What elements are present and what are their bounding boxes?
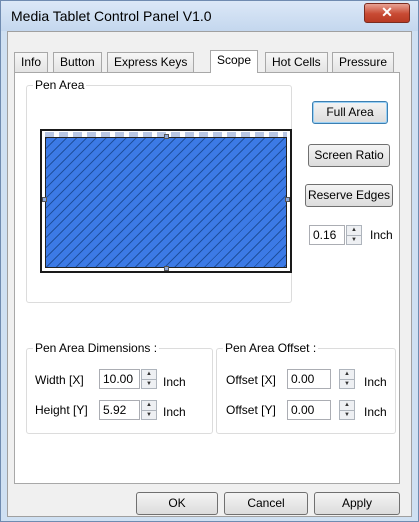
edge-reserve-unit: Inch xyxy=(370,228,393,242)
pen-area-canvas[interactable] xyxy=(40,129,292,273)
full-area-button[interactable]: Full Area xyxy=(312,101,388,124)
spin-up-icon[interactable]: ▲ xyxy=(340,401,354,410)
spin-down-icon[interactable]: ▼ xyxy=(142,379,156,388)
height-unit: Inch xyxy=(163,405,186,419)
reserve-edges-button[interactable]: Reserve Edges xyxy=(305,184,393,207)
width-unit: Inch xyxy=(163,375,186,389)
screen-ratio-button[interactable]: Screen Ratio xyxy=(308,144,390,167)
offset-x-input[interactable]: 0.00 xyxy=(287,369,331,389)
client-area: Info Button Express Keys Scope Hot Cells… xyxy=(7,31,412,517)
spin-down-icon[interactable]: ▼ xyxy=(340,410,354,419)
pen-area-legend: Pen Area xyxy=(35,78,85,92)
width-label: Width [X] xyxy=(35,373,84,387)
tab-express-keys[interactable]: Express Keys xyxy=(107,52,195,72)
spin-up-icon[interactable]: ▲ xyxy=(142,401,156,410)
spin-up-icon[interactable]: ▲ xyxy=(142,370,156,379)
close-button[interactable]: ✕ xyxy=(364,3,410,23)
scope-tab-panel: Pen Area Full Area Screen Ratio Reserve … xyxy=(14,72,400,484)
spin-up-icon[interactable]: ▲ xyxy=(340,370,354,379)
offset-x-unit: Inch xyxy=(364,375,387,389)
title-bar[interactable]: Media Tablet Control Panel V1.0 ✕ xyxy=(1,1,418,31)
bottom-resize-handle[interactable] xyxy=(164,266,169,271)
edge-reserve-spinner[interactable]: ▲ ▼ xyxy=(346,225,362,245)
height-input[interactable]: 5.92 xyxy=(99,400,140,420)
apply-button[interactable]: Apply xyxy=(314,492,400,515)
spin-down-icon[interactable]: ▼ xyxy=(347,235,361,244)
tab-info[interactable]: Info xyxy=(14,52,49,72)
spin-down-icon[interactable]: ▼ xyxy=(142,410,156,419)
height-label: Height [Y] xyxy=(35,403,88,417)
control-panel-window: Media Tablet Control Panel V1.0 ✕ Info B… xyxy=(0,0,419,522)
width-input[interactable]: 10.00 xyxy=(99,369,140,389)
spin-down-icon[interactable]: ▼ xyxy=(340,379,354,388)
offset-x-spinner[interactable]: ▲ ▼ xyxy=(339,369,355,389)
offset-y-unit: Inch xyxy=(364,405,387,419)
offset-y-label: Offset [Y] xyxy=(226,403,276,417)
offset-y-input[interactable]: 0.00 xyxy=(287,400,331,420)
edge-reserve-input[interactable]: 0.16 xyxy=(309,225,345,245)
pen-area-rectangle[interactable] xyxy=(45,137,287,268)
offset-legend: Pen Area Offset : xyxy=(225,341,317,355)
tab-pressure[interactable]: Pressure xyxy=(332,52,395,72)
offset-y-spinner[interactable]: ▲ ▼ xyxy=(339,400,355,420)
close-icon: ✕ xyxy=(381,4,393,20)
offset-x-label: Offset [X] xyxy=(226,373,276,387)
tab-button[interactable]: Button xyxy=(53,52,102,72)
top-resize-handle[interactable] xyxy=(164,134,169,139)
width-spinner[interactable]: ▲ ▼ xyxy=(141,369,157,389)
tab-scope[interactable]: Scope xyxy=(210,50,259,73)
cancel-button[interactable]: Cancel xyxy=(224,492,308,515)
left-resize-handle[interactable] xyxy=(42,197,47,202)
window-title: Media Tablet Control Panel V1.0 xyxy=(11,8,212,24)
spin-up-icon[interactable]: ▲ xyxy=(347,226,361,235)
right-resize-handle[interactable] xyxy=(285,197,290,202)
ok-button[interactable]: OK xyxy=(136,492,218,515)
height-spinner[interactable]: ▲ ▼ xyxy=(141,400,157,420)
tab-hot-cells[interactable]: Hot Cells xyxy=(265,52,328,72)
dimensions-legend: Pen Area Dimensions : xyxy=(35,341,158,355)
